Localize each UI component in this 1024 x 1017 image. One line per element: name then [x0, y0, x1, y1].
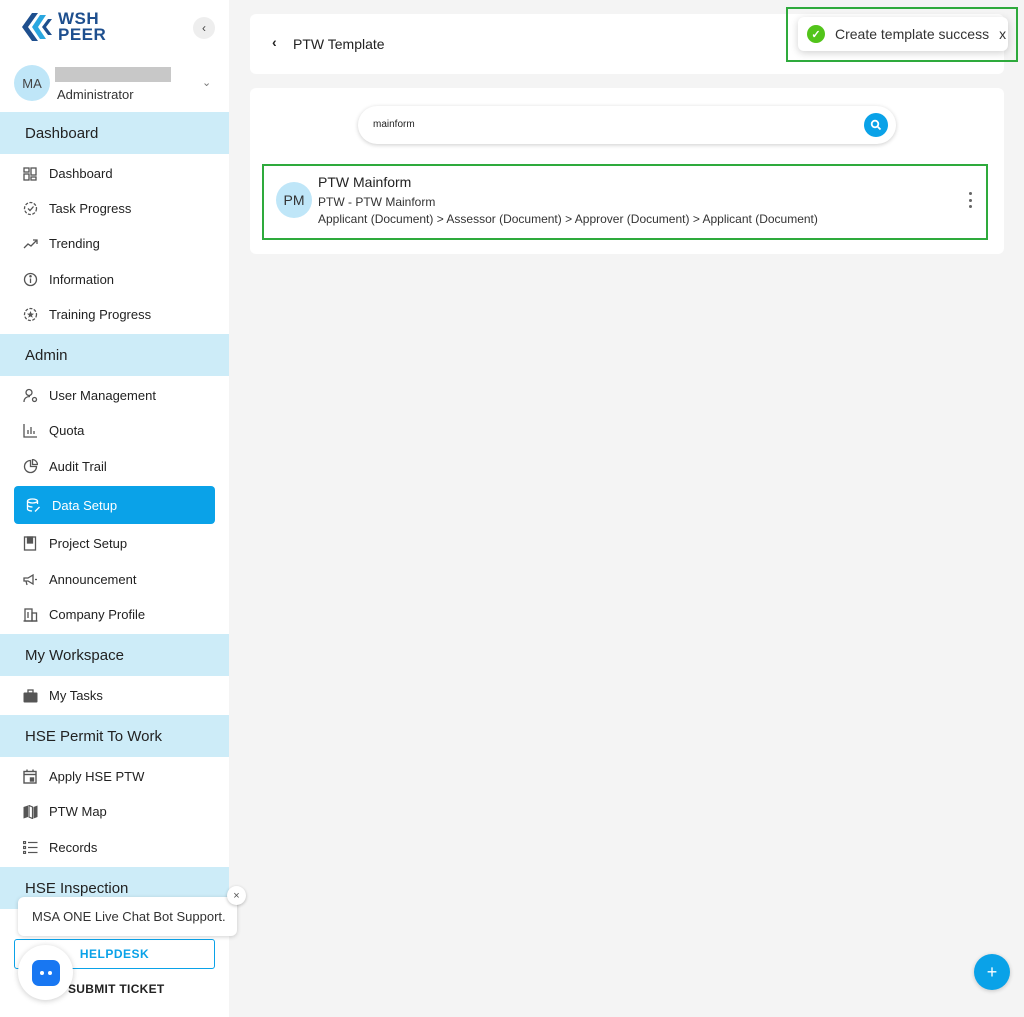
template-list-card: mainform PM PTW Mainform PTW - PTW Mainf… [250, 88, 1004, 254]
search-button[interactable] [864, 113, 888, 137]
user-menu[interactable]: MA Administrator ⌄ [14, 64, 224, 104]
template-avatar: PM [276, 182, 312, 218]
sidebar-item-my-tasks[interactable]: My Tasks [0, 678, 229, 713]
brand-logo[interactable]: WSH PEER [18, 8, 108, 46]
search-input[interactable]: mainform [358, 106, 896, 144]
progress-circle-icon [22, 201, 38, 217]
sidebar-item-apply-hse-ptw[interactable]: Apply HSE PTW [0, 759, 229, 794]
sidebar-item-label: Quota [49, 423, 85, 438]
chat-icon [31, 959, 60, 986]
sidebar-item-label: Records [49, 840, 98, 855]
toast-close-button[interactable]: x [999, 26, 1006, 42]
sidebar-item-ptw-map[interactable]: PTW Map [0, 794, 229, 829]
template-subtitle: PTW - PTW Mainform [318, 195, 436, 209]
page-title: PTW Template [293, 36, 385, 52]
map-icon [22, 804, 38, 820]
chat-tooltip: MSA ONE Live Chat Bot Support. [18, 897, 237, 936]
sidebar-item-company-profile[interactable]: Company Profile [0, 597, 229, 632]
calendar-icon [22, 769, 38, 785]
chat-tooltip-close-button[interactable]: × [227, 886, 246, 905]
section-hse-permit-to-work: HSE Permit To Work [0, 715, 229, 757]
database-edit-icon [25, 497, 41, 513]
sidebar-item-dashboard[interactable]: Dashboard [0, 156, 229, 191]
sidebar-item-label: Data Setup [52, 497, 118, 513]
submit-ticket-link[interactable]: SUBMIT TICKET [68, 982, 165, 996]
search-input-value: mainform [373, 119, 415, 130]
section-admin: Admin [0, 334, 229, 376]
sidebar: WSH PEER ‹ MA Administrator ⌄ Dashboard … [0, 0, 229, 1017]
sidebar-item-label: User Management [49, 388, 156, 403]
sidebar-item-trending[interactable]: Trending [0, 226, 229, 261]
book-icon [22, 536, 38, 552]
chevron-down-icon: ⌄ [202, 77, 212, 89]
chat-tooltip-text: MSA ONE Live Chat Bot Support. [32, 909, 226, 924]
sidebar-item-label: Announcement [49, 572, 137, 587]
sidebar-item-project-setup[interactable]: Project Setup [0, 526, 229, 561]
brand-name: WSH PEER [58, 10, 107, 44]
success-toast: ✓ Create template success x [798, 17, 1008, 51]
section-dashboard: Dashboard [0, 112, 229, 154]
avatar: MA [14, 65, 50, 101]
sidebar-item-announcement[interactable]: Announcement [0, 562, 229, 597]
chevron-left-icon: ‹ [202, 21, 206, 35]
list-item[interactable]: PM PTW Mainform PTW - PTW Mainform Appli… [262, 164, 988, 240]
bar-chart-icon [22, 423, 38, 439]
section-my-workspace: My Workspace [0, 634, 229, 676]
sidebar-item-data-setup[interactable]: Data Setup [14, 486, 215, 524]
sidebar-item-label: My Tasks [49, 688, 103, 703]
chat-bot-button[interactable] [18, 945, 73, 1000]
sidebar-item-audit-trail[interactable]: Audit Trail [0, 449, 229, 484]
sidebar-item-information[interactable]: Information [0, 262, 229, 297]
sidebar-item-label: PTW Map [49, 804, 107, 819]
sidebar-item-label: Training Progress [49, 307, 152, 322]
sidebar-item-label: Audit Trail [49, 459, 107, 474]
sidebar-item-label: Dashboard [49, 166, 113, 181]
sidebar-item-label: Project Setup [49, 536, 128, 551]
trending-icon [22, 236, 38, 252]
sidebar-item-label: Company Profile [49, 607, 146, 622]
close-icon: × [233, 889, 240, 902]
template-workflow: Applicant (Document) > Assessor (Documen… [318, 212, 818, 226]
back-icon[interactable]: ‹ [272, 34, 277, 50]
toast-message: Create template success [835, 26, 990, 42]
sidebar-item-user-management[interactable]: User Management [0, 378, 229, 413]
training-icon [22, 307, 38, 323]
building-icon [22, 607, 38, 623]
toast-highlight: ✓ Create template success x [786, 7, 1018, 62]
sidebar-item-task-progress[interactable]: Task Progress [0, 191, 229, 226]
add-button[interactable]: + [974, 954, 1010, 990]
pie-chart-icon [22, 459, 38, 475]
template-title: PTW Mainform [318, 174, 412, 190]
sidebar-item-label: Apply HSE PTW [49, 769, 145, 784]
brand-logo-icon [22, 13, 52, 41]
more-vertical-icon[interactable] [967, 192, 973, 208]
user-name-redacted [55, 67, 171, 82]
sidebar-item-records[interactable]: Records [0, 830, 229, 865]
sidebar-item-label: Trending [49, 236, 100, 251]
sidebar-item-training-progress[interactable]: Training Progress [0, 297, 229, 332]
collapse-sidebar-button[interactable]: ‹ [193, 17, 215, 39]
sidebar-item-quota[interactable]: Quota [0, 413, 229, 448]
info-icon [22, 272, 38, 288]
dashboard-grid-icon [22, 166, 38, 182]
search-icon [870, 119, 882, 131]
user-role: Administrator [57, 87, 134, 102]
check-circle-icon: ✓ [807, 25, 825, 43]
briefcase-icon [22, 688, 38, 704]
sidebar-item-label: Information [49, 272, 115, 287]
list-icon [22, 840, 38, 856]
user-gear-icon [22, 388, 38, 404]
brand-line-2: PEER [58, 25, 107, 44]
sidebar-item-label: Task Progress [49, 201, 132, 216]
megaphone-icon [22, 572, 38, 588]
